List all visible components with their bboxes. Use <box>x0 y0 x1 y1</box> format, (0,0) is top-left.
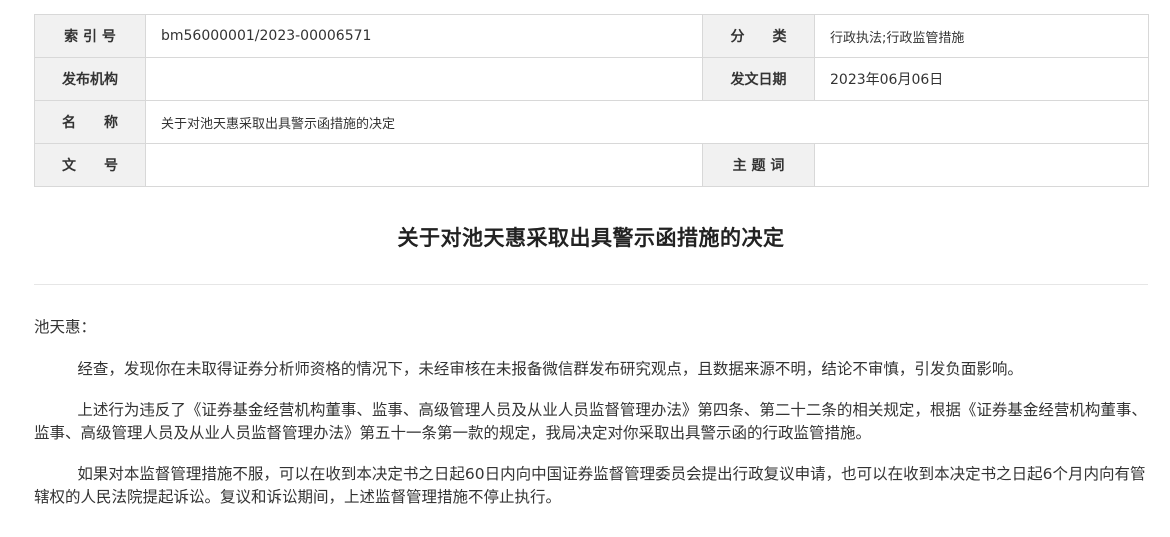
document-body: 池天惠： 经查，发现你在未取得证券分析师资格的情况下，未经审核在未报备微信群发布… <box>34 316 1148 527</box>
document-name-label: 名 称 <box>34 100 146 144</box>
index-number-value: bm56000001/2023-00006571 <box>145 14 703 58</box>
body-paragraph-findings: 经查，发现你在未取得证券分析师资格的情况下，未经审核在未报备微信群发布研究观点，… <box>77 360 1023 378</box>
document-number-label: 文 号 <box>34 143 146 187</box>
category-label: 分 类 <box>702 14 815 58</box>
metadata-row-docno: 文 号 主 题 词 <box>34 143 1149 187</box>
publisher-label: 发布机构 <box>34 57 146 101</box>
document-name-value: 关于对池天惠采取出具警示函措施的决定 <box>145 100 1149 144</box>
document-metadata-table: 索 引 号 bm56000001/2023-00006571 分 类 行政执法;… <box>34 14 1149 187</box>
document-title: 关于对池天惠采取出具警示函措施的决定 <box>397 226 785 250</box>
index-number-label: 索 引 号 <box>34 14 146 58</box>
publish-date-label: 发文日期 <box>702 57 815 101</box>
metadata-row-publisher: 发布机构 发文日期 2023年06月06日 <box>34 57 1149 101</box>
category-value: 行政执法;行政监管措施 <box>814 14 1149 58</box>
body-paragraph-appeal: 如果对本监督管理措施不服，可以在收到本决定书之日起60日内向中国证券监督管理委员… <box>34 465 1146 506</box>
publisher-value <box>145 57 703 101</box>
keywords-value <box>814 143 1149 187</box>
title-divider <box>34 284 1148 285</box>
body-paragraph-violation: 上述行为违反了《证券基金经营机构董事、监事、高级管理人员及从业人员监督管理办法》… <box>34 401 1147 442</box>
keywords-label: 主 题 词 <box>702 143 815 187</box>
metadata-row-index: 索 引 号 bm56000001/2023-00006571 分 类 行政执法;… <box>34 14 1149 58</box>
salutation: 池天惠： <box>34 318 97 336</box>
document-number-value <box>145 143 703 187</box>
metadata-row-name: 名 称 关于对池天惠采取出具警示函措施的决定 <box>34 100 1149 144</box>
publish-date-value: 2023年06月06日 <box>814 57 1149 101</box>
